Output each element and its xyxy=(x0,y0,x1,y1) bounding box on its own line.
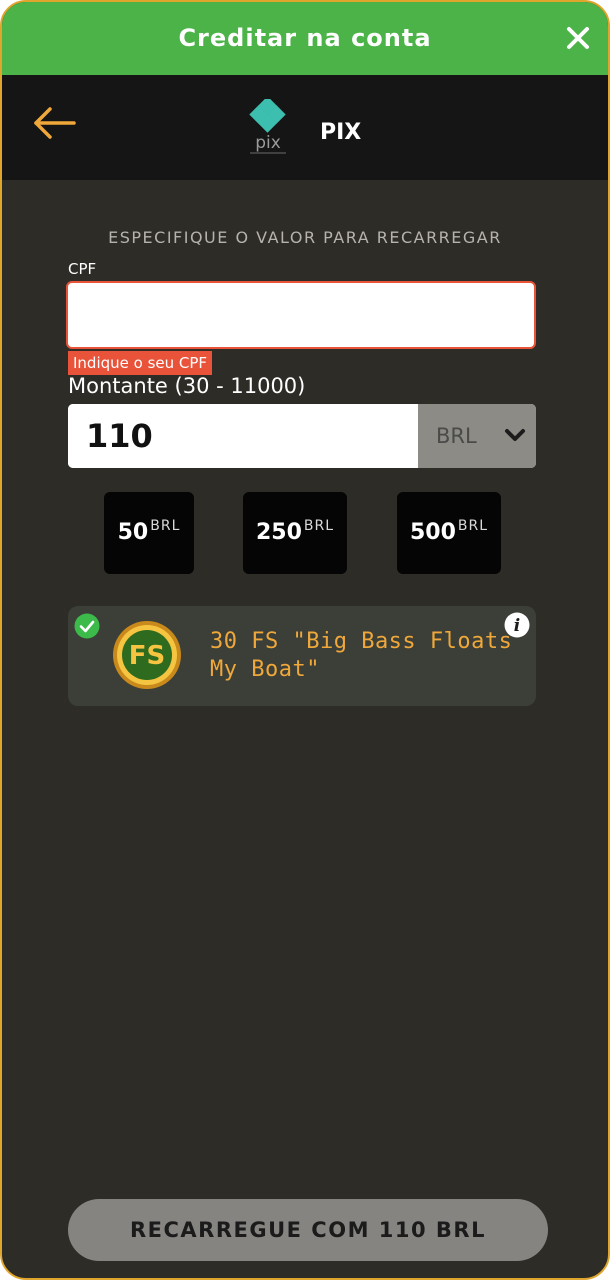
quick-amount-button-250[interactable]: 250 BRL xyxy=(243,492,347,574)
instruction-text: ESPECIFIQUE O VALOR PARA RECARREGAR xyxy=(108,228,502,247)
quick-amount-currency: BRL xyxy=(150,518,181,534)
quick-amount-button-500[interactable]: 500 BRL xyxy=(397,492,501,574)
bonus-offer-text: 30 FS "Big Bass Floats My Boat" xyxy=(210,629,513,682)
submit-deposit-button[interactable]: RECARREGUE COM 110 BRL xyxy=(68,1199,548,1261)
svg-text:i: i xyxy=(514,616,520,636)
payment-method-name: PIX xyxy=(320,120,362,145)
modal-title-bar: Creditar na conta xyxy=(2,2,608,75)
coin-label: FS xyxy=(129,641,166,671)
currency-selected-value: BRL xyxy=(436,424,477,448)
check-circle-icon xyxy=(74,613,100,639)
quick-amount-currency: BRL xyxy=(303,518,335,534)
quick-amount-button-50[interactable]: 50 BRL xyxy=(104,492,194,574)
cpf-input[interactable] xyxy=(66,281,536,349)
deposit-modal: Creditar na conta pix PIX ESPECIFIQUE O … xyxy=(0,0,610,1280)
info-icon[interactable]: i xyxy=(504,612,530,638)
pix-logo-icon: pix xyxy=(249,99,286,154)
amount-input[interactable] xyxy=(68,404,418,468)
cpf-label: CPF xyxy=(68,260,97,278)
currency-select[interactable]: BRL xyxy=(418,404,536,468)
bonus-offer-card[interactable]: FS 30 FS "Big Bass Floats My Boat" i xyxy=(68,606,536,706)
free-spins-coin-icon: FS xyxy=(113,621,181,689)
cpf-error-message: Indique o seu CPF xyxy=(68,351,213,375)
quick-amount-value: 250 xyxy=(255,520,302,545)
payment-method-header: pix PIX xyxy=(2,75,608,180)
amount-label: Montante (30 - 11000) xyxy=(68,374,306,398)
pix-logo-text: pix xyxy=(255,133,281,153)
close-icon[interactable] xyxy=(562,22,594,54)
amount-field-group: BRL xyxy=(68,404,536,468)
back-arrow-icon[interactable] xyxy=(30,103,78,143)
quick-amount-value: 500 xyxy=(409,520,456,545)
chevron-down-icon xyxy=(505,429,525,441)
quick-amount-value: 50 xyxy=(117,520,149,545)
quick-amount-currency: BRL xyxy=(457,518,489,534)
modal-title: Creditar na conta xyxy=(178,24,432,52)
